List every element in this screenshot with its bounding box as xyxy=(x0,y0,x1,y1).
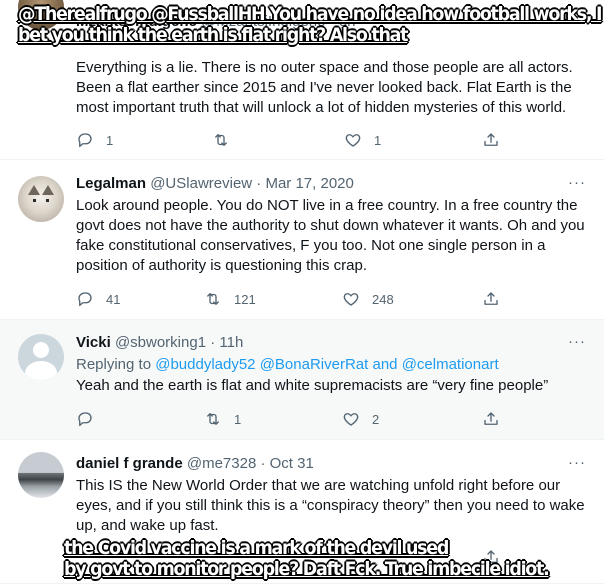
avatar[interactable] xyxy=(18,176,64,222)
replying-to: Replying to @buddylady52 @BonaRiverRat a… xyxy=(76,356,499,373)
tweet-actions: 1 1 xyxy=(76,129,588,151)
retweet-count: 121 xyxy=(234,291,256,307)
default-avatar-head xyxy=(33,342,49,358)
retweet-count: 1 xyxy=(234,411,242,427)
cat-eyes xyxy=(33,199,49,202)
share-button[interactable] xyxy=(482,408,500,430)
reply-count: 41 xyxy=(106,291,121,307)
caption-line: by govt to monitor people? Daft Fck. Tru… xyxy=(64,558,550,580)
retweet-icon xyxy=(207,413,219,425)
cat-ear-right xyxy=(42,185,54,195)
tweet-header: Legalman @USlawreview · Mar 17, 2020 xyxy=(76,175,354,192)
more-icon[interactable]: ··· xyxy=(568,174,586,191)
caption-line: the Covid vaccine is a mark of the devil… xyxy=(64,537,449,559)
reply-count: 1 xyxy=(106,132,114,148)
more-icon[interactable]: ··· xyxy=(568,333,586,350)
tweet-text: Everything is a lie. There is no outer s… xyxy=(76,59,573,116)
avatar[interactable] xyxy=(18,334,64,380)
like-icon xyxy=(345,134,361,147)
share-button[interactable] xyxy=(482,129,500,151)
author-name[interactable]: daniel f grande xyxy=(76,455,183,472)
reply-icon xyxy=(78,412,92,427)
author-handle[interactable]: @USlawreview xyxy=(150,175,252,192)
retweet-button[interactable] xyxy=(212,129,242,151)
share-icon xyxy=(484,133,498,146)
like-button[interactable]: 248 xyxy=(342,288,394,310)
reply-button[interactable]: 41 xyxy=(76,288,120,310)
author-name[interactable]: Vicki xyxy=(76,334,111,351)
author-handle[interactable]: @sbworking1 xyxy=(115,334,206,351)
like-count: 2 xyxy=(372,411,380,427)
like-icon xyxy=(343,413,359,426)
timestamp[interactable]: Mar 17, 2020 xyxy=(265,175,353,192)
reply-button[interactable] xyxy=(76,408,106,430)
like-button[interactable]: 1 xyxy=(344,129,381,151)
retweet-icon xyxy=(207,293,219,305)
like-icon xyxy=(343,293,359,306)
mention-link[interactable]: @celmationart xyxy=(402,356,499,373)
tweet-text: Look around people. You do NOT live in a… xyxy=(76,197,585,274)
reply-icon xyxy=(78,133,92,148)
avatar[interactable] xyxy=(18,452,64,498)
author-handle[interactable]: @me7328 xyxy=(187,455,256,472)
meme-caption-top: @Therealfrugo @FussballHH You have no id… xyxy=(18,3,603,46)
more-icon[interactable]: ··· xyxy=(568,454,586,471)
retweet-button[interactable]: 1 xyxy=(204,408,241,430)
like-count: 1 xyxy=(374,132,382,148)
tweet-actions: 1 2 xyxy=(76,408,588,430)
author-name[interactable]: Legalman xyxy=(76,175,146,192)
retweet-button[interactable]: 121 xyxy=(204,288,256,310)
tweet-legalman[interactable]: Legalman @USlawreview · Mar 17, 2020 ···… xyxy=(0,160,604,320)
mention-link[interactable]: @BonaRiverRat xyxy=(260,356,369,373)
tweet-text: Yeah and the earth is flat and white sup… xyxy=(76,377,549,394)
timestamp[interactable]: 11h xyxy=(219,334,243,351)
share-icon xyxy=(484,292,498,305)
reply-icon xyxy=(78,292,92,307)
cat-ear-left xyxy=(28,185,40,195)
tweet-vicki[interactable]: Vicki @sbworking1 · 11h ··· Replying to … xyxy=(0,320,604,440)
tweet-header: Vicki @sbworking1 · 11h xyxy=(76,334,244,351)
like-count: 248 xyxy=(372,291,394,307)
mention-link[interactable]: @buddylady52 xyxy=(155,356,255,373)
caption-line: @Therealfrugo @FussballHH You have no id… xyxy=(18,3,603,25)
like-button[interactable]: 2 xyxy=(342,408,379,430)
share-icon xyxy=(484,412,498,425)
share-button[interactable] xyxy=(482,288,500,310)
caption-line: bet you think the earth is flat right? A… xyxy=(18,24,408,46)
retweet-icon xyxy=(215,134,227,146)
tweet-header: daniel f grande @me7328 · Oct 31 xyxy=(76,455,314,472)
tweet-actions: 41 121 248 xyxy=(76,288,588,310)
tweet-text: This IS the New World Order that we are … xyxy=(76,477,585,534)
default-avatar-body xyxy=(25,361,57,380)
reply-button[interactable]: 1 xyxy=(76,129,113,151)
timestamp[interactable]: Oct 31 xyxy=(270,455,314,472)
meme-caption-bottom: the Covid vaccine is a mark of the devil… xyxy=(64,537,550,580)
